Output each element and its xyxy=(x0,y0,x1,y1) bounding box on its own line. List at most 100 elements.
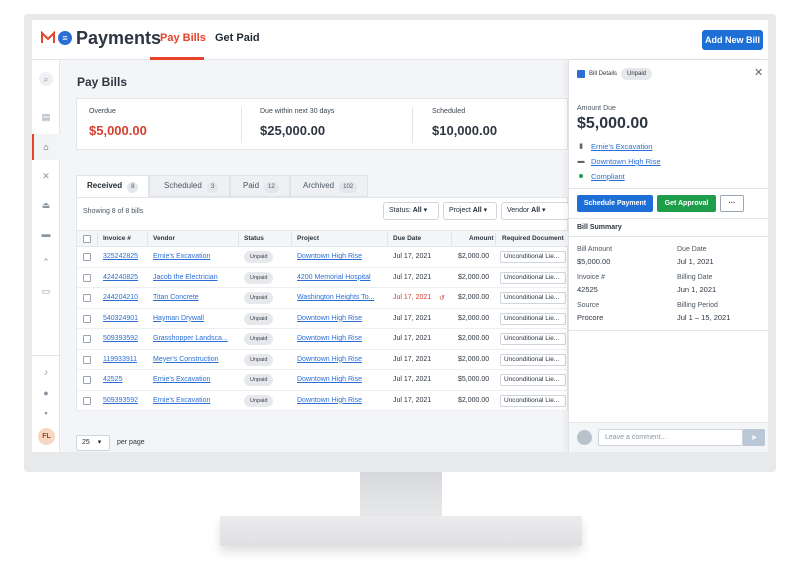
tab-archived[interactable]: Archived 102 xyxy=(290,175,368,197)
filter-value: All xyxy=(531,207,541,214)
notification-bell-icon[interactable]: ♪ xyxy=(41,367,51,377)
project-link[interactable]: 4200 Memorial Hospital xyxy=(297,274,371,281)
vendor-link[interactable]: Ernie's Excavation xyxy=(153,376,210,383)
tab-paid[interactable]: Paid 12 xyxy=(230,175,290,197)
search-icon[interactable]: ⌕ xyxy=(39,72,53,86)
comment-input[interactable]: Leave a comment... xyxy=(598,429,743,446)
required-document-select[interactable]: Unconditional Lie... xyxy=(500,374,566,386)
add-new-bill-button[interactable]: Add New Bill xyxy=(702,30,763,50)
required-document-select[interactable]: Unconditional Lie... xyxy=(500,271,566,284)
vendor-link[interactable]: Jacob the Electrician xyxy=(153,274,218,281)
table-row[interactable]: 424240825 Jacob the Electrician Unpaid 4200… xyxy=(77,268,569,288)
table-row[interactable]: 540324901 Hayman Drywall Unpaid Downtown Hi… xyxy=(77,309,569,329)
table-row[interactable]: 509393592 Ernie's Excavation Unpaid Downtow… xyxy=(77,391,569,411)
vendor-link[interactable]: Ernie's Excavation xyxy=(591,142,652,151)
amount: $2,000.00 xyxy=(458,396,490,404)
more-options-button[interactable]: ··· xyxy=(720,195,744,212)
calendar-icon[interactable]: ▭ xyxy=(41,286,51,296)
vendor-link[interactable]: Hayman Drywall xyxy=(153,315,204,322)
folder-icon[interactable]: ▬ xyxy=(41,229,51,239)
summary-cards: Overdue $5,000.00 Due within next 30 day… xyxy=(76,98,568,150)
status-filter[interactable]: Status: All ▾ xyxy=(383,202,439,220)
project-link[interactable]: Downtown High Rise xyxy=(297,315,362,322)
invoice-link[interactable]: 244204210 xyxy=(103,294,138,301)
row-checkbox[interactable] xyxy=(83,335,91,343)
table-row[interactable]: 42525 Ernie's Excavation Unpaid Downtown Hi… xyxy=(77,370,569,391)
required-document-select[interactable]: Unconditional Lie... xyxy=(500,312,566,325)
column-header[interactable]: Project xyxy=(297,235,319,242)
schedule-payment-button[interactable]: Schedule Payment xyxy=(577,195,653,212)
summary-card-overdue: Overdue $5,000.00 xyxy=(77,99,241,151)
tools-icon[interactable]: ✕ xyxy=(41,171,51,181)
project-link[interactable]: Downtown High Rise xyxy=(297,397,362,404)
project-filter[interactable]: Project All ▾ xyxy=(443,202,497,220)
column-header[interactable]: Status xyxy=(244,235,264,242)
upload-icon[interactable]: ⏏ xyxy=(41,200,51,210)
vendor-link[interactable]: Meyer's Construction xyxy=(153,356,219,363)
required-document-select[interactable]: Unconditional Lie... xyxy=(500,394,566,407)
info-icon[interactable]: ● xyxy=(41,388,51,398)
get-approval-button[interactable]: Get Approval xyxy=(657,195,716,212)
app-menu-icon[interactable]: ≡ xyxy=(58,31,72,45)
project-link[interactable]: Downtown High Rise xyxy=(297,376,362,383)
required-document-select[interactable]: Unconditional Lie... xyxy=(500,333,566,345)
invoice-link[interactable]: 42525 xyxy=(103,376,122,383)
project-link[interactable]: Washington Heights To... xyxy=(297,294,374,301)
tab-pay-bills[interactable]: Pay Bills xyxy=(160,32,206,44)
column-header[interactable]: Invoice # xyxy=(103,235,131,242)
tab-get-paid[interactable]: Get Paid xyxy=(215,32,260,44)
required-document-select[interactable]: Unconditional Lie... xyxy=(500,353,566,366)
invoice-link[interactable]: 325242825 xyxy=(103,253,138,260)
tab-label: Received xyxy=(87,181,123,190)
bills-icon[interactable]: ▤ xyxy=(41,112,51,122)
filter-label: Status: xyxy=(389,207,411,214)
column-header[interactable]: Vendor xyxy=(153,235,175,242)
header-divider xyxy=(451,233,452,245)
compliance-link[interactable]: Compliant xyxy=(591,172,625,181)
row-checkbox[interactable] xyxy=(83,253,91,261)
close-icon[interactable]: ✕ xyxy=(754,66,763,79)
invoice-link[interactable]: 509393592 xyxy=(103,397,138,404)
column-header[interactable]: Required Document xyxy=(502,235,564,242)
project-link[interactable]: Downtown High Rise xyxy=(591,157,661,166)
avatar[interactable]: FL xyxy=(38,428,55,445)
required-document-select[interactable]: Unconditional Lie... xyxy=(500,292,566,304)
chat-icon[interactable]: ▪ xyxy=(41,408,51,418)
row-checkbox[interactable] xyxy=(83,294,91,302)
summary-card-scheduled: Scheduled $10,000.00 xyxy=(420,99,569,151)
tab-scheduled[interactable]: Scheduled 3 xyxy=(149,175,230,197)
vendor-link[interactable]: Grasshopper Landsca... xyxy=(153,335,228,342)
filter-label: Vendor xyxy=(507,207,530,214)
vendor-link[interactable]: Ernie's Excavation xyxy=(153,253,210,260)
chevron-up-icon[interactable]: ⌃ xyxy=(41,257,51,267)
column-header[interactable]: Amount xyxy=(469,235,494,242)
row-checkbox[interactable] xyxy=(83,376,91,384)
vendor-link[interactable]: Titan Concrete xyxy=(153,294,199,301)
row-checkbox[interactable] xyxy=(83,396,91,405)
tab-received[interactable]: Received 8 xyxy=(76,175,149,197)
project-link[interactable]: Downtown High Rise xyxy=(297,253,362,260)
invoice-link[interactable]: 119933911 xyxy=(103,356,137,363)
header-divider xyxy=(97,233,98,245)
table-row[interactable]: 509393592 Grasshopper Landsca... Unpaid Dow… xyxy=(77,329,569,350)
per-page-select[interactable]: 25 ▾ xyxy=(76,435,110,451)
field-value: Jul 1, 2021 xyxy=(677,257,714,266)
select-all-checkbox[interactable] xyxy=(83,235,91,243)
table-row[interactable]: 119933911 Meyer's Construction Unpaid Downt… xyxy=(77,350,569,370)
column-header[interactable]: Due Date xyxy=(393,235,421,242)
row-checkbox[interactable] xyxy=(83,355,91,364)
send-icon[interactable]: ➤ xyxy=(743,429,765,446)
row-checkbox[interactable] xyxy=(83,273,91,282)
vendor-link[interactable]: Ernie's Excavation xyxy=(153,397,210,404)
row-checkbox[interactable] xyxy=(83,314,91,323)
table-row[interactable]: 244204210 Titan Concrete Unpaid Washington … xyxy=(77,288,569,309)
project-link[interactable]: Downtown High Rise xyxy=(297,356,362,363)
required-document-select[interactable]: Unconditional Lie... xyxy=(500,251,566,263)
vendor-filter[interactable]: Vendor All ▾ xyxy=(501,202,569,220)
bank-icon[interactable]: ⌂ xyxy=(41,142,51,152)
invoice-link[interactable]: 509393592 xyxy=(103,335,138,342)
project-link[interactable]: Downtown High Rise xyxy=(297,335,362,342)
table-row[interactable]: 325242825 Ernie's Excavation Unpaid Downtow… xyxy=(77,247,569,268)
invoice-link[interactable]: 540324901 xyxy=(103,315,138,322)
invoice-link[interactable]: 424240825 xyxy=(103,274,138,281)
